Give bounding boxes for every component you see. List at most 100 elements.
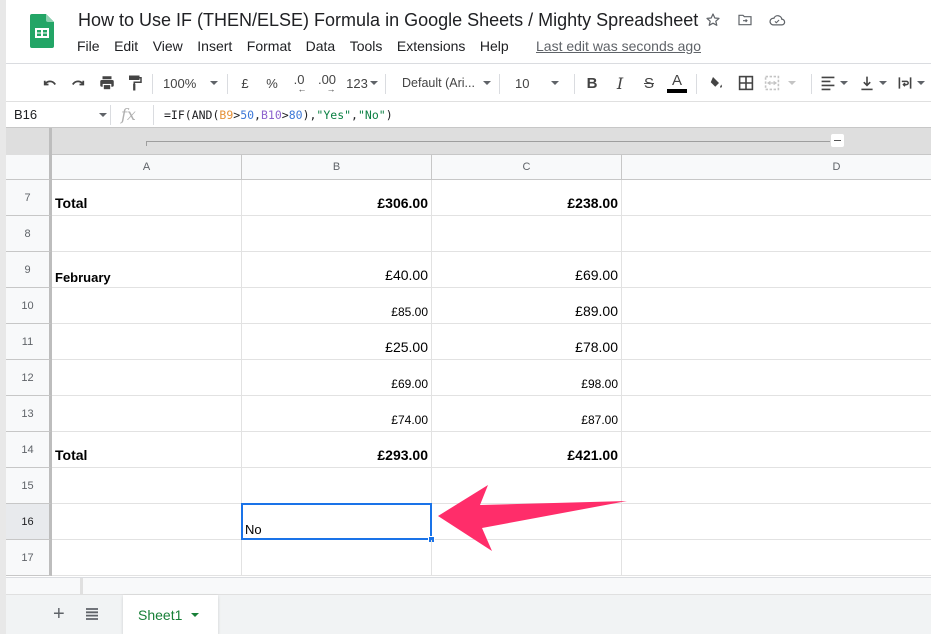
star-icon[interactable] [703,10,723,30]
cell-d9[interactable] [622,252,931,288]
more-formats-button[interactable]: 123 [345,64,379,102]
row-header-9[interactable]: 9 [6,252,52,288]
cell-a12[interactable] [52,360,242,396]
cell-c9[interactable]: £69.00 [432,252,622,288]
cell-d15[interactable] [622,468,931,504]
cell-c10[interactable]: £89.00 [432,288,622,324]
menu-help[interactable]: Help [480,38,509,54]
cell-a17[interactable] [52,540,242,576]
all-sheets-button[interactable] [85,607,99,626]
format-currency-button[interactable]: £ [236,64,254,102]
cell-a10[interactable] [52,288,242,324]
cell-a15[interactable] [52,468,242,504]
borders-button[interactable] [735,64,757,102]
cell-d13[interactable] [622,396,931,432]
horizontal-align-button[interactable] [820,64,852,102]
cell-c8[interactable] [432,216,622,252]
cell-c11[interactable]: £78.00 [432,324,622,360]
menu-view[interactable]: View [153,38,183,54]
cell-b13[interactable]: £74.00 [242,396,432,432]
cell-b8[interactable] [242,216,432,252]
cell-d12[interactable] [622,360,931,396]
column-header-d[interactable]: D [622,155,931,180]
menu-format[interactable]: Format [247,38,291,54]
row-header-8[interactable]: 8 [6,216,52,252]
decrease-decimal-button[interactable]: .0 ← [288,64,310,102]
row-header-14[interactable]: 14 [6,432,52,468]
row-header-13[interactable]: 13 [6,396,52,432]
menu-insert[interactable]: Insert [197,38,232,54]
cell-b7[interactable]: £306.00 [242,180,432,216]
column-header-c[interactable]: C [432,155,622,180]
cell-d8[interactable] [622,216,931,252]
cell-a16[interactable] [52,504,242,540]
font-size-select[interactable]: 10 [515,64,567,102]
print-button[interactable] [95,64,119,102]
chevron-down-icon[interactable] [191,613,200,617]
document-title[interactable]: How to Use IF (THEN/ELSE) Formula in Goo… [78,10,698,31]
cell-d10[interactable] [622,288,931,324]
column-header-b[interactable]: B [242,155,432,180]
cell-b15[interactable] [242,468,432,504]
fill-color-button[interactable] [705,64,727,102]
cell-d11[interactable] [622,324,931,360]
move-to-folder-icon[interactable] [735,10,755,30]
cell-a13[interactable] [52,396,242,432]
cloud-saved-icon[interactable] [767,10,787,30]
menu-file[interactable]: File [77,38,100,54]
cell-c14[interactable]: £421.00 [432,432,622,468]
row-header-17[interactable]: 17 [6,540,52,576]
menu-extensions[interactable]: Extensions [397,38,465,54]
horizontal-scrollbar[interactable] [6,577,931,595]
name-box[interactable]: B16 [14,107,37,122]
strikethrough-button[interactable]: S [640,64,658,102]
cell-d7[interactable] [622,180,931,216]
cell-a9[interactable]: February [52,252,242,288]
row-header-12[interactable]: 12 [6,360,52,396]
cell-a11[interactable] [52,324,242,360]
cell-b9[interactable]: £40.00 [242,252,432,288]
text-color-button[interactable]: A [666,64,688,102]
column-header-a[interactable]: A [52,155,242,180]
text-wrapping-button[interactable] [897,64,931,102]
row-header-16[interactable]: 16 [6,504,52,540]
format-percent-button[interactable]: % [263,64,281,102]
cell-c13[interactable]: £87.00 [432,396,622,432]
select-all-corner[interactable] [6,155,52,180]
row-header-10[interactable]: 10 [6,288,52,324]
row-header-7[interactable]: 7 [6,180,52,216]
row-header-15[interactable]: 15 [6,468,52,504]
vertical-align-button[interactable] [859,64,891,102]
zoom-select[interactable]: 100% [163,64,223,102]
menu-tools[interactable]: Tools [350,38,383,54]
cell-d17[interactable] [622,540,931,576]
italic-button[interactable]: I [611,64,629,102]
cell-b16[interactable]: No [242,504,432,540]
last-edit-link[interactable]: Last edit was seconds ago [536,38,701,54]
redo-button[interactable] [66,64,90,102]
cell-b12[interactable]: £69.00 [242,360,432,396]
cell-d14[interactable] [622,432,931,468]
cell-b11[interactable]: £25.00 [242,324,432,360]
cell-b10[interactable]: £85.00 [242,288,432,324]
increase-decimal-button[interactable]: .00 → [314,64,340,102]
merge-cells-button[interactable] [764,64,804,102]
cell-b14[interactable]: £293.00 [242,432,432,468]
font-family-select[interactable]: Default (Ari... [402,64,492,102]
chevron-down-icon[interactable] [99,113,107,117]
cell-b17[interactable] [242,540,432,576]
sheet-tab-sheet1[interactable]: Sheet1 [123,595,218,634]
cell-c12[interactable]: £98.00 [432,360,622,396]
paint-format-button[interactable] [123,64,147,102]
cell-a7[interactable]: Total [52,180,242,216]
cell-a14[interactable]: Total [52,432,242,468]
add-sheet-button[interactable]: + [53,603,65,626]
formula-input[interactable]: =IF(AND(B9>50,B10>80),"Yes","No") [164,108,393,122]
undo-button[interactable] [38,64,62,102]
cell-c7[interactable]: £238.00 [432,180,622,216]
bold-button[interactable]: B [583,64,601,102]
row-header-11[interactable]: 11 [6,324,52,360]
cell-d16[interactable] [622,504,931,540]
collapse-group-button[interactable] [831,134,844,147]
menu-data[interactable]: Data [306,38,336,54]
